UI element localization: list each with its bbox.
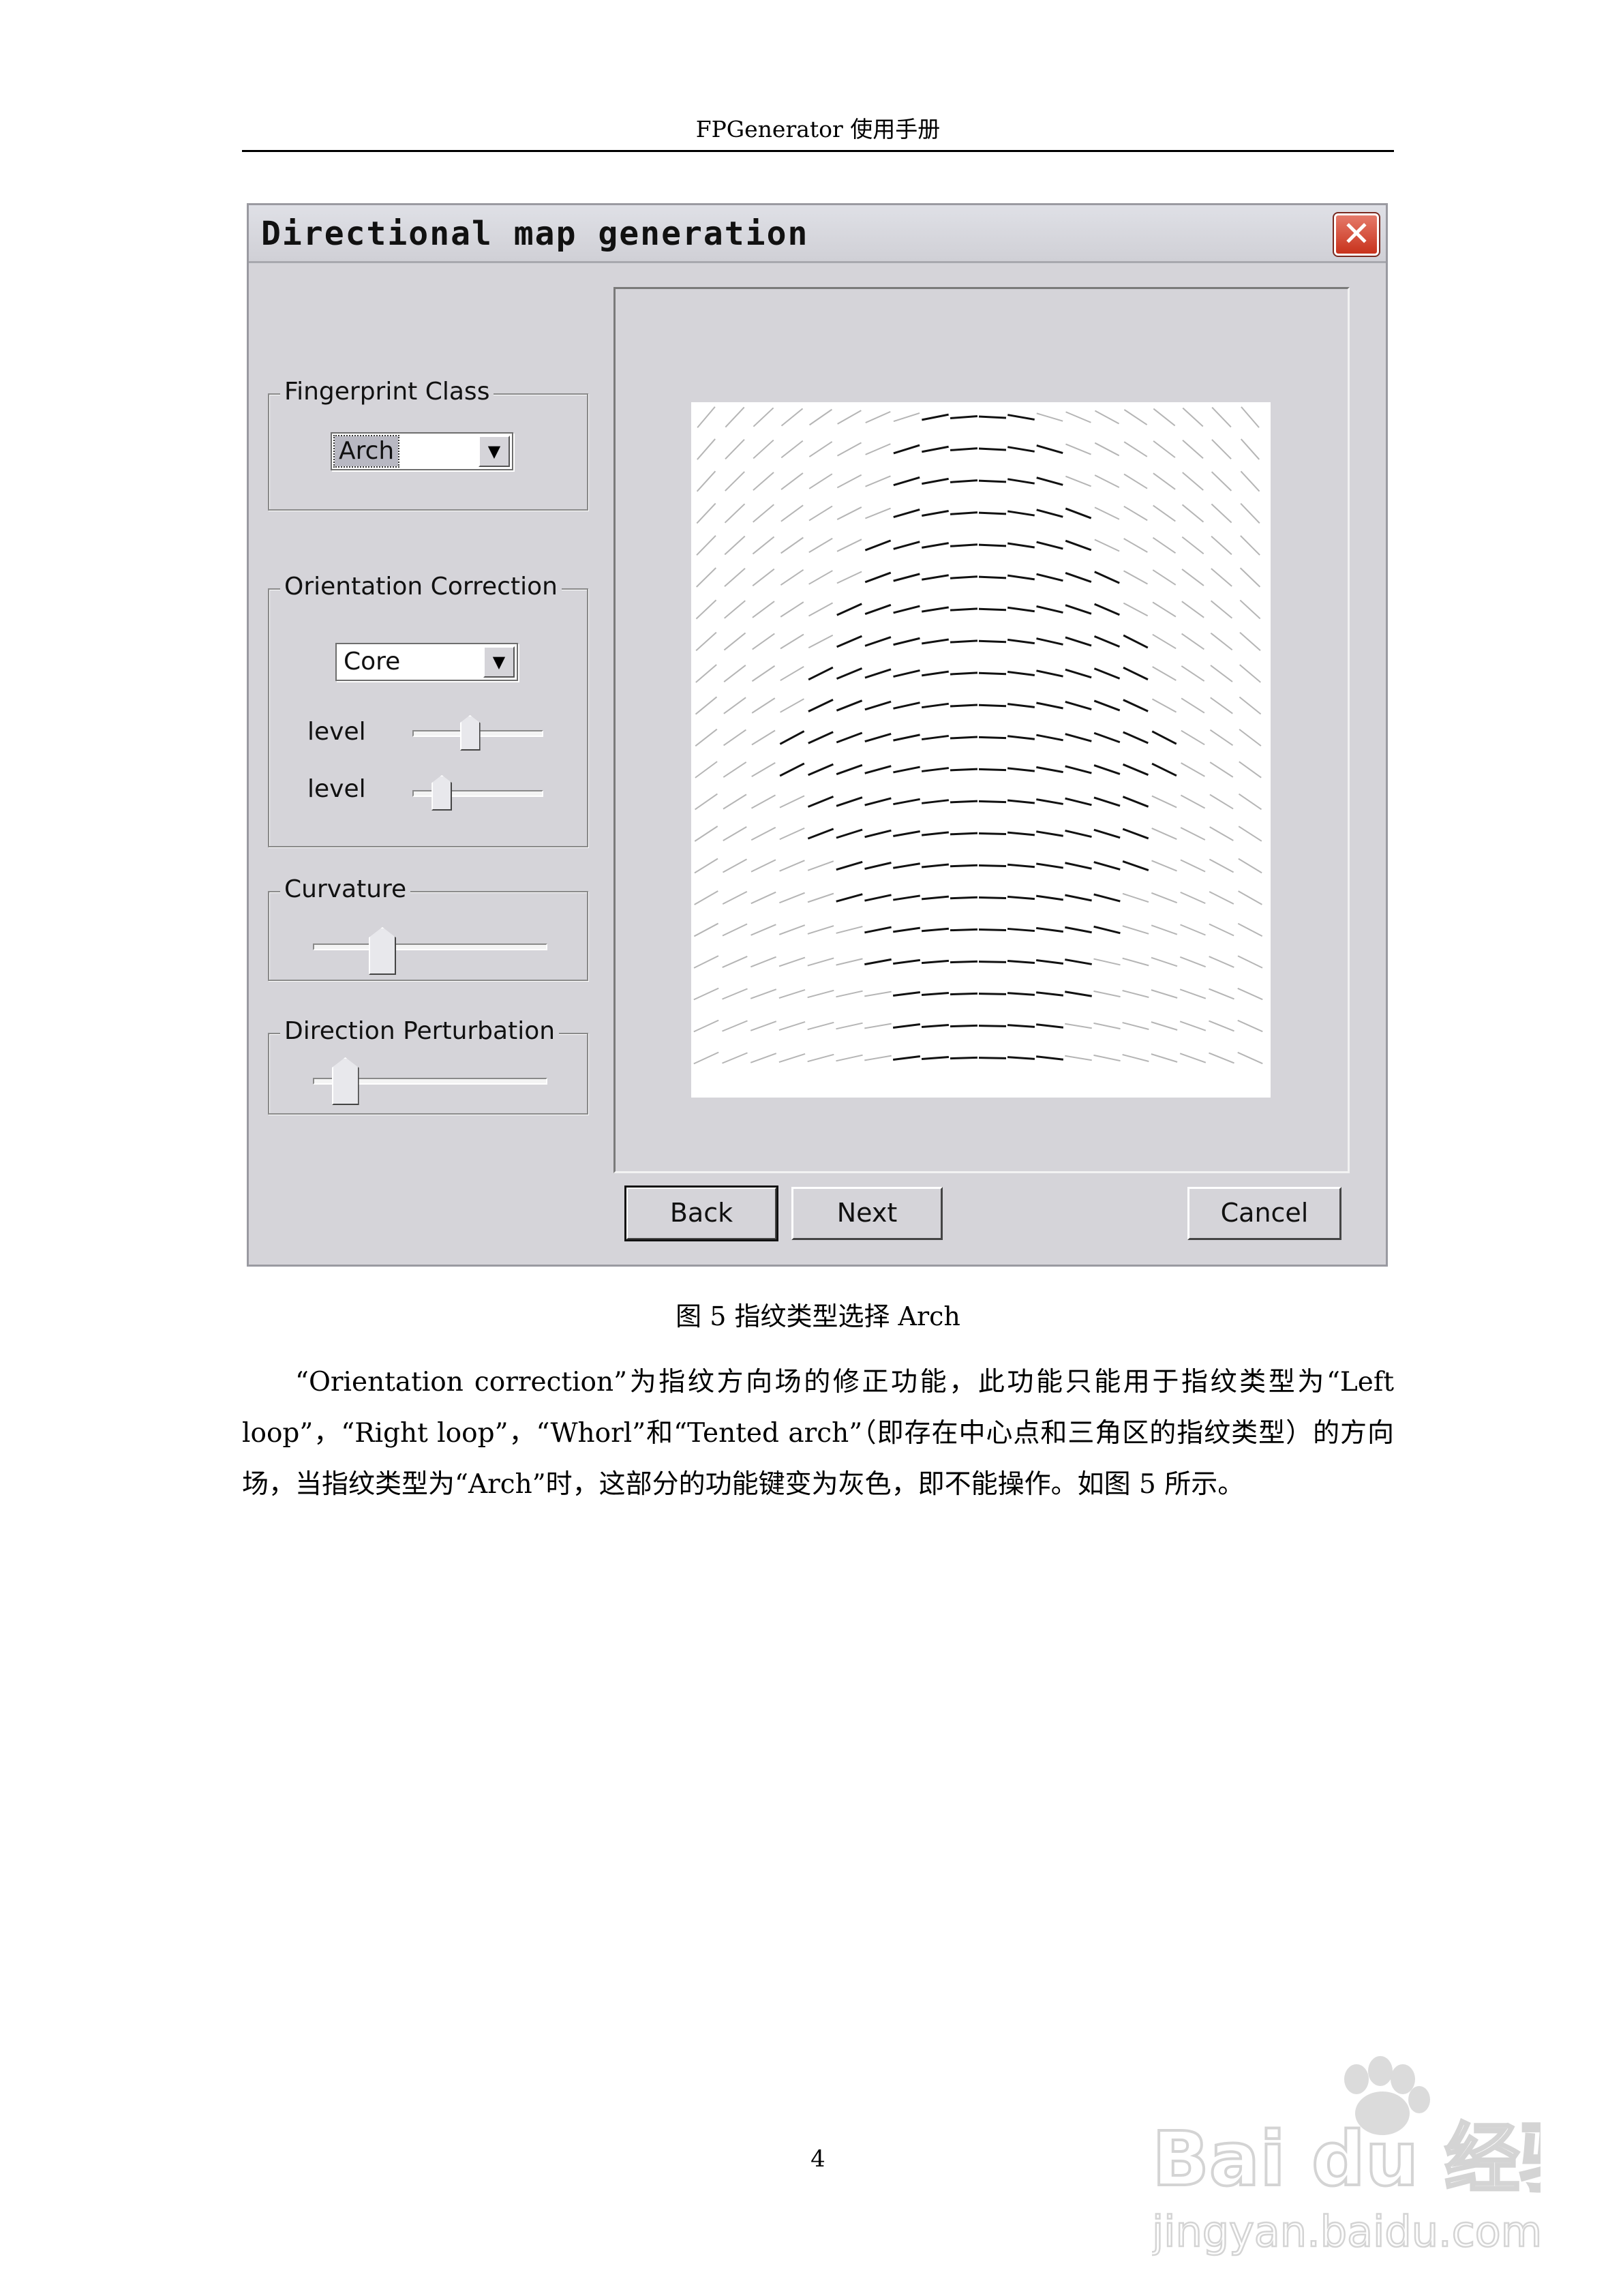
cancel-button[interactable]: Cancel [1187, 1187, 1341, 1240]
orientation-correction-value: Core [344, 648, 401, 676]
curvature-slider-track[interactable] [313, 943, 547, 950]
curvature-group [268, 891, 588, 981]
orientation-field-image [691, 402, 1271, 1098]
next-button[interactable]: Next [791, 1187, 943, 1240]
chevron-down-icon[interactable]: ▼ [483, 646, 515, 678]
body-paragraph: “Orientation correction”为指纹方向场的修正功能，此功能只… [242, 1367, 1394, 1500]
page-header: FPGenerator 使用手册 [695, 116, 941, 142]
curvature-legend: Curvature [280, 876, 411, 903]
level-label: level [307, 718, 366, 746]
level-label: level [307, 775, 366, 803]
fingerprint-class-select[interactable]: Arch ▼ [331, 432, 513, 470]
baidu-watermark-logo: Bai du 经验 jingyan.baidu.com [1152, 2056, 1541, 2256]
direction-perturbation-group [268, 1033, 588, 1115]
direction-perturbation-legend: Direction Perturbation [280, 1018, 560, 1045]
title-bar[interactable]: Directional map generation ✕ [249, 205, 1386, 263]
watermark-url: jingyan.baidu.com [1152, 2207, 1541, 2256]
orientation-correction-select[interactable]: Core ▼ [335, 643, 518, 681]
figure-caption: 图 5 指纹类型选择 Arch [676, 1301, 960, 1331]
dialog-title: Directional map generation [261, 215, 809, 253]
orientation-correction-legend: Orientation Correction [280, 573, 562, 601]
header-rule [242, 150, 1394, 152]
close-icon[interactable]: ✕ [1333, 212, 1380, 257]
watermark-brand: Bai du 经验 [1152, 2115, 1541, 2203]
chevron-down-icon[interactable]: ▼ [479, 436, 510, 467]
fingerprint-class-legend: Fingerprint Class [280, 378, 494, 406]
page-number: 4 [810, 2145, 825, 2173]
back-button[interactable]: Back [624, 1185, 778, 1241]
fingerprint-class-value: Arch [333, 435, 400, 468]
